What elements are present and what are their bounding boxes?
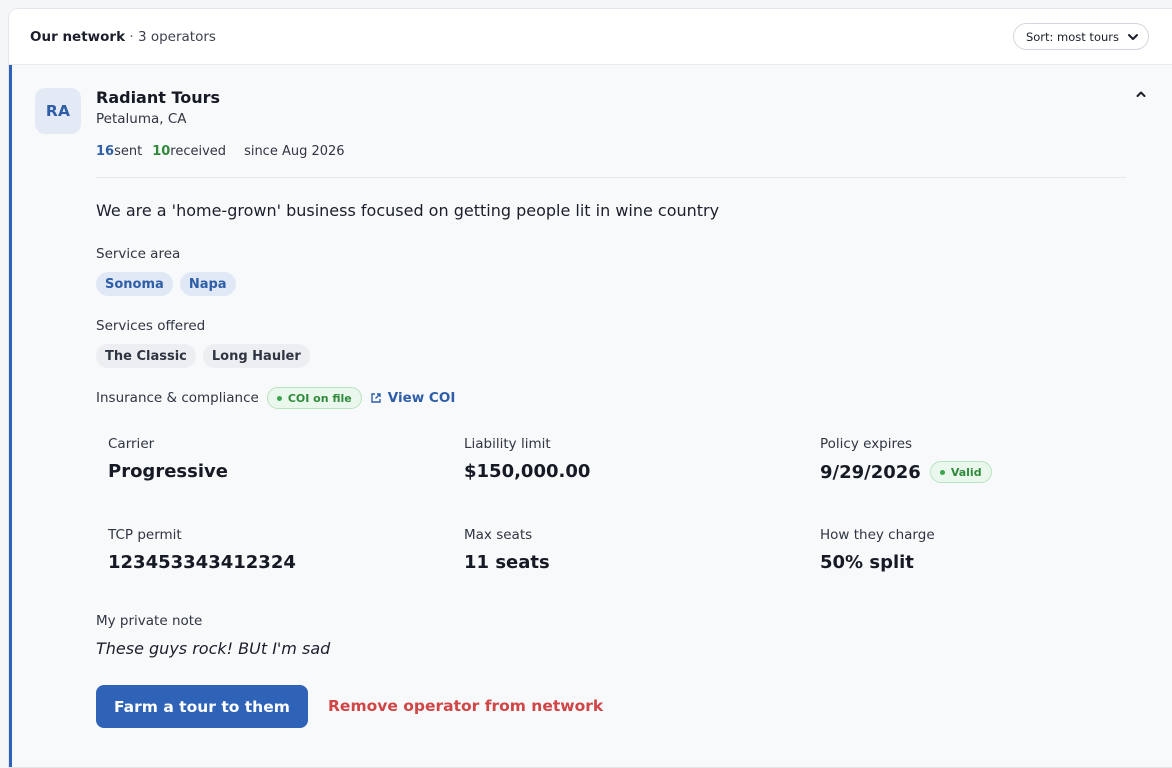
- operator-name: Radiant Tours: [96, 88, 221, 107]
- title-separator: ·: [125, 28, 138, 45]
- liability-value: $150,000.00: [464, 461, 591, 482]
- services-label: Services offered: [96, 318, 206, 334]
- tcp-value: 123453343412324: [108, 552, 296, 573]
- status-dot-icon: [939, 469, 945, 475]
- operator-location: Petaluma, CA: [96, 111, 187, 127]
- network-title: Our network: [30, 28, 126, 45]
- carrier-label: Carrier: [108, 436, 155, 452]
- liability-field: Liability limit $150,000.00: [464, 436, 590, 482]
- carrier-field: Carrier Progressive: [108, 436, 228, 482]
- charge-field: How they charge 50% split: [820, 527, 935, 573]
- seats-value: 11 seats: [464, 552, 550, 573]
- operator-count: 3 operators: [137, 28, 216, 45]
- service-area-chip: Napa: [179, 272, 236, 296]
- remove-operator-button[interactable]: Remove operator from network: [328, 697, 603, 715]
- page-title: Our network · 3 operators: [30, 29, 216, 45]
- valid-label: Valid: [950, 465, 982, 479]
- sort-select[interactable]: Sort: most tours: [1012, 23, 1149, 50]
- liability-label: Liability limit: [464, 436, 551, 452]
- chevron-up-icon[interactable]: [1134, 87, 1148, 101]
- seats-field: Max seats 11 seats: [464, 527, 550, 573]
- private-note-text: These guys rock! BUt I'm sad: [96, 639, 331, 658]
- operator-tagline: We are a 'home-grown' business focused o…: [96, 201, 720, 220]
- operator-row: RA Radiant Tours Petaluma, CA 16 sent 10…: [9, 65, 1172, 767]
- expires-value: 9/29/2026: [820, 461, 921, 483]
- coi-status-badge: COI on file: [266, 387, 362, 409]
- expires-value-row: 9/29/2026 Valid: [820, 461, 992, 483]
- received-count: 10: [152, 144, 171, 159]
- policy-expires-field: Policy expires 9/29/2026 Valid: [820, 436, 992, 483]
- network-panel: Our network · 3 operators Sort: most tou…: [8, 8, 1172, 768]
- sent-count: 16: [96, 144, 115, 159]
- since-date: since Aug 2026: [244, 144, 345, 159]
- tcp-field: TCP permit 123453343412324: [108, 527, 296, 573]
- service-area-chips: Sonoma Napa: [96, 272, 236, 296]
- service-area-chip: Sonoma: [96, 272, 173, 296]
- coi-badge-label: COI on file: [287, 391, 352, 405]
- charge-value: 50% split: [820, 552, 914, 573]
- services-chips: The Classic Long Hauler: [96, 344, 310, 368]
- sent-label: sent: [114, 144, 143, 159]
- external-link-icon: [371, 393, 381, 403]
- charge-label: How they charge: [820, 527, 935, 543]
- view-coi-link[interactable]: View COI: [370, 390, 456, 406]
- farm-tour-button[interactable]: Farm a tour to them: [96, 685, 308, 728]
- private-note-label: My private note: [96, 613, 203, 629]
- operator-stats: 16 sent 10 received since Aug 2026: [96, 144, 345, 159]
- sort-label: Sort: most tours: [1025, 29, 1119, 44]
- chevron-down-icon: [1128, 33, 1138, 40]
- panel-header: Our network · 3 operators Sort: most tou…: [9, 9, 1172, 65]
- service-chip: Long Hauler: [202, 344, 310, 368]
- service-area-label: Service area: [96, 246, 181, 262]
- received-label: received: [170, 144, 227, 159]
- avatar: RA: [35, 88, 81, 134]
- seats-label: Max seats: [464, 527, 533, 543]
- view-coi-label: View COI: [387, 390, 456, 406]
- expires-label: Policy expires: [820, 436, 913, 452]
- tcp-label: TCP permit: [108, 527, 182, 543]
- divider: [96, 177, 1126, 178]
- insurance-label: Insurance & compliance: [96, 390, 259, 406]
- insurance-row: Insurance & compliance COI on file View …: [96, 387, 455, 409]
- status-dot-icon: [276, 395, 282, 401]
- carrier-value: Progressive: [108, 461, 228, 482]
- valid-status-badge: Valid: [929, 461, 992, 483]
- service-chip: The Classic: [96, 344, 196, 368]
